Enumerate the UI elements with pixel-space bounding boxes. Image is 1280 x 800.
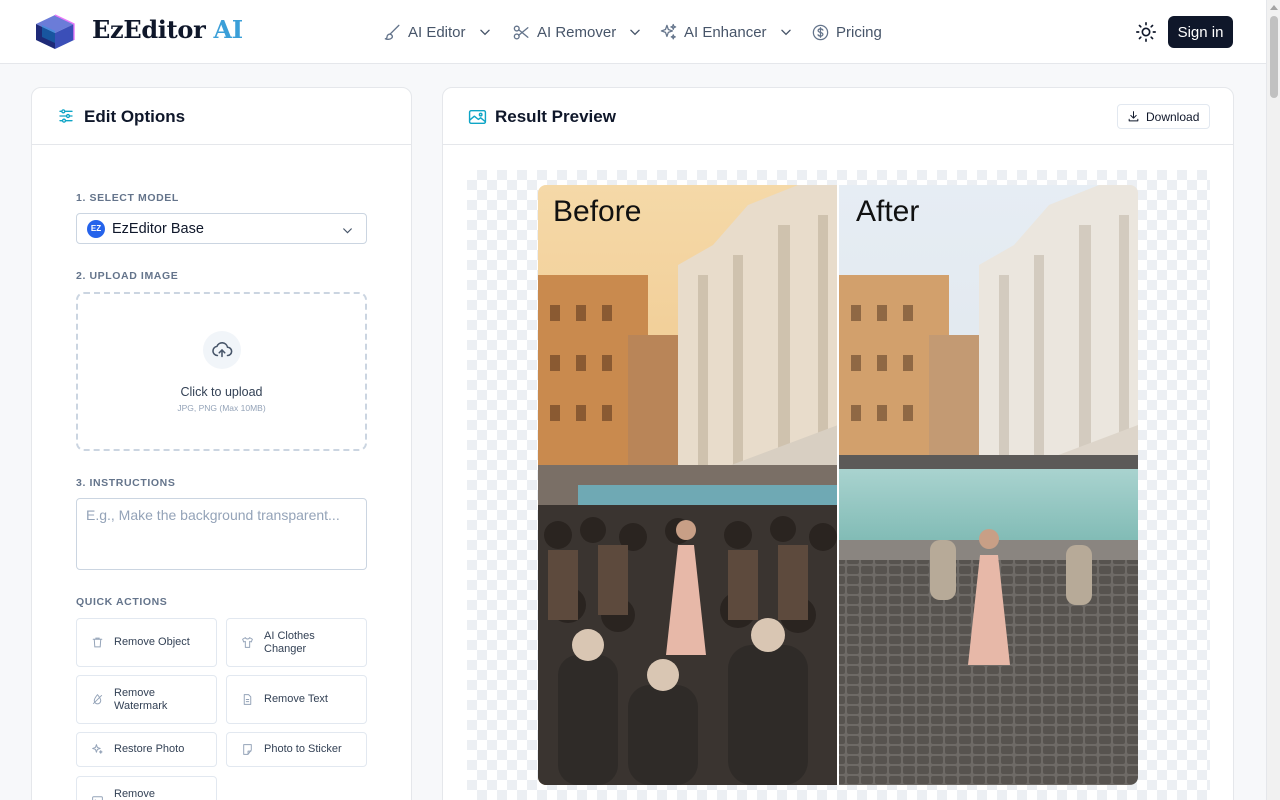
scroll-up-arrow-icon[interactable]	[1270, 5, 1278, 10]
quick-action-remove-object[interactable]: Remove Object	[76, 618, 217, 667]
before-after-illustration	[538, 185, 1138, 785]
upload-icon-circle	[203, 331, 241, 369]
edit-options-panel: Edit Options 1. SELECT MODEL EZ EzEditor…	[31, 87, 412, 800]
sparkles-icon	[92, 744, 103, 754]
after-label: After	[856, 195, 920, 228]
nav-label: AI Editor	[408, 23, 466, 41]
quick-actions-label: QUICK ACTIONS	[76, 596, 168, 608]
download-button[interactable]: Download	[1117, 104, 1210, 129]
brand-name-text: EzEditor	[92, 15, 206, 44]
cloud-upload-icon	[212, 342, 233, 358]
quick-action-ai-clothes-changer[interactable]: AI Clothes Changer	[226, 618, 367, 667]
page-scrollbar[interactable]	[1266, 0, 1280, 800]
edit-options-title: Edit Options	[84, 107, 186, 126]
edit-options-header: Edit Options	[32, 88, 411, 145]
quick-action-label: Remove Object	[114, 636, 190, 648]
shirt-icon	[242, 637, 253, 648]
nav-label: AI Enhancer	[684, 23, 767, 41]
nav-ai-enhancer[interactable]: AI Enhancer	[659, 0, 793, 64]
quick-action-remove-background[interactable]: Remove	[76, 776, 217, 800]
nav-label: Pricing	[836, 23, 882, 41]
before-label: Before	[553, 195, 642, 228]
sign-in-button[interactable]: Sign in	[1168, 16, 1233, 48]
document-icon	[243, 694, 252, 705]
quick-action-photo-to-sticker[interactable]: Photo to Sticker	[226, 732, 367, 767]
droplet-icon	[92, 694, 103, 705]
model-selected-value: EzEditor Base	[112, 220, 204, 237]
sticker-icon	[243, 744, 252, 755]
dollar-circle-icon	[812, 24, 829, 40]
result-preview-title: Result Preview	[495, 107, 616, 126]
quick-action-label: Remove Text	[264, 693, 328, 705]
image-icon	[92, 796, 103, 800]
quick-action-restore-photo[interactable]: Restore Photo	[76, 732, 217, 767]
chevron-down-icon	[780, 29, 791, 36]
upload-dropzone[interactable]: Click to upload JPG, PNG (Max 10MB)	[76, 292, 367, 451]
preview-canvas: Before After	[467, 170, 1210, 800]
top-navbar: EzEditor AI AI Editor AI Remover AI Enha…	[0, 0, 1266, 64]
instructions-label: 3. INSTRUCTIONS	[76, 477, 176, 489]
download-icon	[1128, 111, 1139, 122]
chevron-down-icon	[479, 29, 490, 36]
brand-suffix: AI	[213, 15, 244, 44]
model-select[interactable]: EZ EzEditor Base	[76, 213, 367, 244]
quick-action-label: Restore Photo	[114, 743, 185, 755]
upload-hint: JPG, PNG (Max 10MB)	[177, 403, 266, 413]
result-preview-header: Result Preview Download	[443, 88, 1233, 145]
scissors-icon	[513, 24, 529, 40]
select-model-label: 1. SELECT MODEL	[76, 192, 179, 204]
quick-action-label: Remove Watermark	[114, 686, 168, 712]
chevron-down-icon	[630, 29, 640, 36]
instructions-input[interactable]	[76, 498, 367, 570]
sliders-icon	[59, 109, 73, 123]
scroll-thumb[interactable]	[1270, 16, 1278, 98]
brand-name[interactable]: EzEditor AI	[92, 15, 243, 44]
nav-pricing[interactable]: Pricing	[811, 0, 882, 64]
sun-icon[interactable]	[1135, 21, 1157, 43]
before-after-image[interactable]: Before After	[538, 185, 1138, 785]
trash-icon	[92, 637, 103, 648]
image-icon	[468, 109, 487, 125]
quick-action-label: Remove	[114, 788, 155, 800]
upload-image-label: 2. UPLOAD IMAGE	[76, 270, 179, 282]
nav-label: AI Remover	[537, 23, 617, 41]
download-label: Download	[1146, 109, 1200, 124]
brush-icon	[384, 24, 400, 40]
sparkles-icon	[660, 23, 677, 39]
logo-cube-icon[interactable]	[34, 13, 76, 51]
chevron-down-icon	[343, 228, 352, 234]
quick-action-label: Photo to Sticker	[264, 743, 342, 755]
result-preview-panel: Result Preview Download Before After	[442, 87, 1234, 800]
upload-title: Click to upload	[180, 385, 263, 399]
quick-action-remove-watermark[interactable]: Remove Watermark	[76, 675, 217, 724]
quick-action-label: AI Clothes Changer	[264, 629, 315, 655]
nav-ai-remover[interactable]: AI Remover	[512, 0, 642, 64]
model-badge: EZ	[87, 219, 105, 238]
quick-action-remove-text[interactable]: Remove Text	[226, 675, 367, 724]
nav-ai-editor[interactable]: AI Editor	[383, 0, 492, 64]
